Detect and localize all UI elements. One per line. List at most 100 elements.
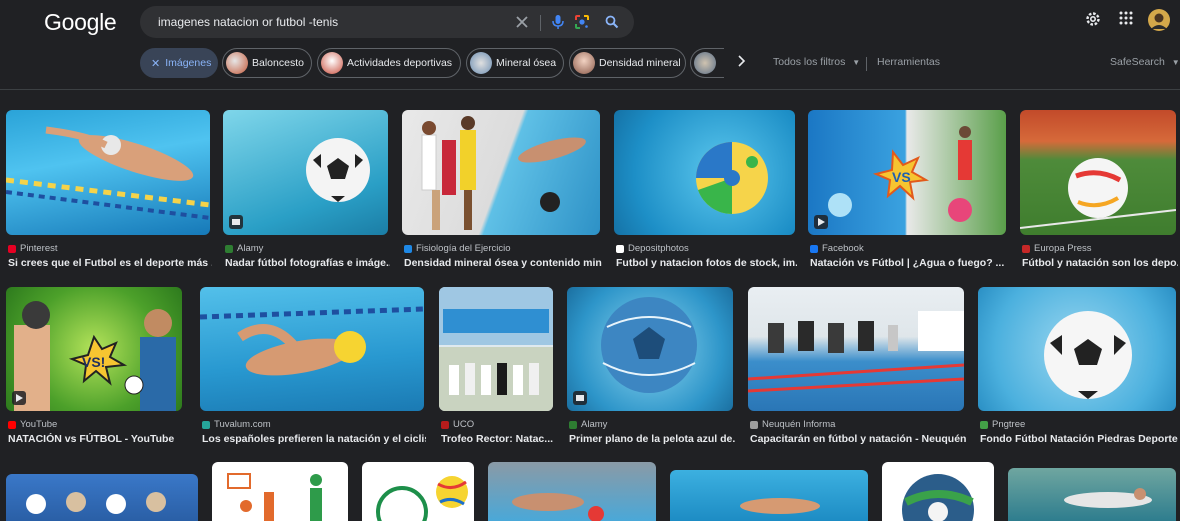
chip-densidad-mineral[interactable]: Densidad mineral (569, 48, 686, 78)
all-filters-button[interactable]: Todos los filtros ▼ (773, 56, 860, 68)
chip-mineral-osea[interactable]: Mineral ósea (466, 48, 564, 78)
result-tile[interactable]: Fisiología del Ejercicio Densidad minera… (402, 110, 602, 270)
image-badge-icon (229, 215, 243, 229)
chevron-down-icon: ▼ (1171, 58, 1180, 67)
search-box[interactable]: imagenes natacion or futbol -tenis (140, 6, 634, 38)
result-title[interactable]: Trofeo Rector: Natac... (441, 433, 555, 445)
result-tile[interactable] (6, 474, 198, 521)
chip-actividades[interactable]: Actividades deportivas (317, 48, 461, 78)
result-image[interactable]: VS! (6, 287, 182, 411)
result-title[interactable]: Fondo Fútbol Natación Piedras Deporte... (980, 433, 1178, 445)
result-tile[interactable] (212, 462, 348, 521)
chip-partial[interactable] (690, 48, 724, 78)
result-title[interactable]: Fútbol y natación son los depo... (1022, 257, 1178, 269)
result-image[interactable] (978, 287, 1176, 411)
play-icon (12, 391, 26, 405)
chip-thumb (470, 52, 492, 74)
search-input[interactable]: imagenes natacion or futbol -tenis (158, 15, 338, 29)
top-bar: Google imagenes natacion or futbol -teni… (0, 0, 1180, 90)
result-title[interactable]: Primer plano de la pelota azul de... (569, 433, 735, 445)
lens-icon[interactable] (572, 12, 592, 32)
result-tile[interactable]: Europa Press Fútbol y natación son los d… (1020, 110, 1178, 270)
result-tile[interactable]: Alamy Primer plano de la pelota azul de.… (567, 287, 735, 447)
result-image[interactable] (6, 474, 198, 521)
result-image[interactable] (402, 110, 600, 235)
result-source[interactable]: Tuvalum.com (202, 419, 271, 430)
image-badge-icon (573, 391, 587, 405)
site-icon (404, 244, 412, 253)
result-source[interactable]: Alamy (569, 419, 607, 430)
result-tile[interactable]: Pinterest Si crees que el Futbol es el d… (6, 110, 212, 270)
chevron-right-icon[interactable] (736, 55, 746, 70)
mic-icon[interactable] (548, 12, 568, 32)
result-tile[interactable]: Pngtree Fondo Fútbol Natación Piedras De… (978, 287, 1178, 447)
settings-gear-icon[interactable] (1084, 10, 1102, 33)
result-tile[interactable]: Neuquén Informa Capacitarán en fútbol y … (748, 287, 966, 447)
result-tile[interactable]: Alamy Nadar fútbol fotografías e imáge..… (223, 110, 390, 270)
search-icon[interactable] (602, 12, 622, 32)
result-source[interactable]: Europa Press (1022, 243, 1092, 254)
result-tile[interactable] (1008, 468, 1176, 521)
search-divider (540, 15, 541, 31)
result-tile[interactable]: VS Facebook Natación vs Fútbol | ¿Agua o… (808, 110, 1006, 270)
result-title[interactable]: Futbol y natacion fotos de stock, im... (616, 257, 797, 269)
result-title[interactable]: Si crees que el Futbol es el deporte más… (8, 257, 212, 269)
clear-icon[interactable] (512, 12, 532, 32)
chip-thumb (694, 52, 716, 74)
tools-button[interactable]: Herramientas (877, 56, 940, 68)
result-source[interactable]: YouTube (8, 419, 57, 430)
result-image[interactable] (6, 110, 210, 235)
result-image[interactable] (223, 110, 388, 235)
chip-baloncesto[interactable]: Baloncesto (222, 48, 312, 78)
result-tile[interactable]: Tuvalum.com Los españoles prefieren la n… (200, 287, 426, 447)
result-tile[interactable] (670, 470, 868, 521)
result-tile[interactable] (488, 462, 656, 521)
result-title[interactable]: Densidad mineral ósea y contenido min... (404, 257, 602, 269)
result-title[interactable]: Capacitarán en fútbol y natación - Neuqu… (750, 433, 966, 445)
result-image[interactable] (362, 462, 474, 521)
result-tile[interactable] (882, 462, 994, 521)
result-source[interactable]: UCO (441, 419, 474, 430)
filter-chip-row: ✕ Imágenes Baloncesto Actividades deport… (0, 48, 1180, 80)
result-source[interactable]: Pinterest (8, 243, 58, 254)
result-tile[interactable]: Depositphotos Futbol y natacion fotos de… (614, 110, 797, 270)
result-source[interactable]: Alamy (225, 243, 263, 254)
result-image[interactable] (614, 110, 795, 235)
result-source[interactable]: Facebook (810, 243, 864, 254)
result-image[interactable] (567, 287, 733, 411)
result-title[interactable]: NATACIÓN vs FÚTBOL - YouTube (8, 433, 184, 445)
result-title[interactable]: Nadar fútbol fotografías e imáge... (225, 257, 390, 269)
result-image[interactable] (200, 287, 424, 411)
result-image[interactable] (748, 287, 964, 411)
close-icon[interactable]: ✕ (151, 57, 160, 70)
site-icon (202, 420, 210, 429)
tools-divider (866, 57, 867, 71)
result-image[interactable] (1008, 468, 1176, 521)
result-image[interactable] (488, 462, 656, 521)
result-image[interactable] (439, 287, 553, 411)
result-image[interactable] (882, 462, 994, 521)
result-tile[interactable]: UCO Trofeo Rector: Natac... (439, 287, 553, 447)
google-logo[interactable]: Google (44, 9, 117, 36)
result-source[interactable]: Pngtree (980, 419, 1025, 430)
pinterest-icon (8, 244, 16, 253)
result-source[interactable]: Fisiología del Ejercicio (404, 243, 511, 254)
result-source[interactable]: Depositphotos (616, 243, 689, 254)
europapress-icon (1022, 244, 1030, 253)
result-image[interactable]: VS (808, 110, 1006, 235)
result-title[interactable]: Natación vs Fútbol | ¿Agua o fuego? ... (810, 257, 1008, 269)
chip-images[interactable]: ✕ Imágenes (140, 48, 218, 78)
apps-grid-icon[interactable] (1118, 10, 1134, 31)
result-image[interactable] (1020, 110, 1176, 235)
safesearch-button[interactable]: SafeSearch ▼ (1110, 56, 1180, 68)
alamy-icon (225, 244, 233, 253)
account-avatar[interactable] (1148, 9, 1170, 36)
result-tile[interactable]: VS! YouTube NATACIÓN vs FÚTBOL - YouTube (6, 287, 182, 447)
result-image[interactable] (670, 470, 868, 521)
result-tile[interactable] (362, 462, 474, 521)
result-image[interactable] (212, 462, 348, 521)
result-title[interactable]: Los españoles prefieren la natación y el… (202, 433, 426, 445)
result-source[interactable]: Neuquén Informa (750, 419, 835, 430)
facebook-icon (810, 244, 818, 253)
pngtree-icon (980, 420, 988, 429)
